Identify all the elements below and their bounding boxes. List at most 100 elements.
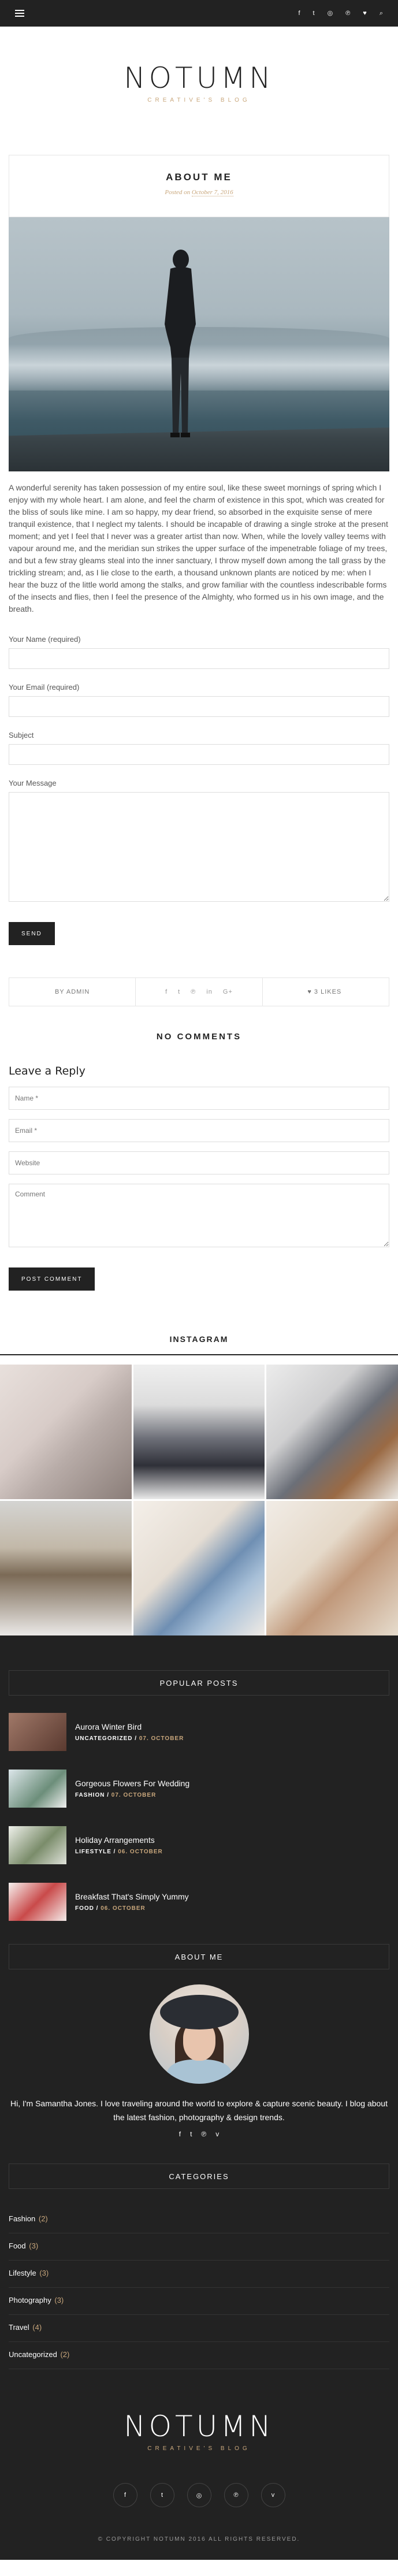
comment-website-field[interactable] — [9, 1151, 389, 1174]
twitter-icon[interactable]: t — [313, 10, 315, 17]
popular-post-meta: UNCATEGORIZED / 07. OCTOBER — [75, 1735, 184, 1742]
comment-text-field[interactable] — [9, 1184, 389, 1247]
subject-field[interactable] — [9, 744, 389, 765]
share-linkedin-icon[interactable]: in — [206, 988, 213, 995]
popular-post-date: 06. OCTOBER — [118, 1849, 163, 1855]
copyright-text: © COPYRIGHT NOTUMN 2016 ALL RIGHTS RESER… — [98, 2536, 300, 2542]
facebook-icon[interactable]: f — [113, 2483, 137, 2507]
popular-post-thumb[interactable] — [9, 1826, 66, 1864]
pinterest-icon[interactable]: ℗ — [201, 2130, 206, 2138]
share-links: f t ℗ in G+ — [135, 977, 263, 1006]
popular-post-meta: FASHION / 07. OCTOBER — [75, 1792, 157, 1798]
post-comment-button[interactable]: POST COMMENT — [9, 1267, 95, 1291]
instagram-divider — [0, 1354, 398, 1355]
share-twitter-icon[interactable]: t — [178, 988, 180, 995]
site-tagline: CREATIVE'S BLOG — [147, 97, 251, 103]
category-item[interactable]: Travel (4) — [9, 2315, 389, 2342]
share-facebook-icon[interactable]: f — [165, 988, 168, 995]
facebook-icon[interactable]: f — [298, 10, 300, 17]
popular-post-category[interactable]: FOOD — [75, 1905, 94, 1912]
category-count: (3) — [39, 2269, 49, 2277]
heart-icon: ♥ — [307, 988, 312, 995]
instagram-photo[interactable] — [133, 1365, 265, 1499]
pinterest-icon[interactable]: ℗ — [345, 10, 350, 17]
instagram-photo[interactable] — [266, 1365, 398, 1499]
category-name[interactable]: Travel — [9, 2323, 29, 2332]
subject-label: Subject — [9, 731, 34, 739]
popular-post-title[interactable]: Gorgeous Flowers For Wedding — [75, 1779, 189, 1788]
facebook-icon[interactable]: f — [179, 2130, 181, 2138]
person-silhouette — [165, 250, 196, 437]
popular-post-title[interactable]: Breakfast That's Simply Yummy — [75, 1892, 189, 1901]
send-button[interactable]: SEND — [9, 922, 55, 945]
category-name[interactable]: Fashion — [9, 2214, 35, 2223]
vimeo-icon[interactable]: v — [261, 2483, 285, 2507]
categories-title: CATEGORIES — [9, 2164, 389, 2189]
post-featured-image — [9, 217, 389, 471]
category-name[interactable]: Uncategorized — [9, 2350, 57, 2359]
vimeo-icon[interactable]: v — [215, 2130, 219, 2138]
about-widget-title: ABOUT ME — [9, 1944, 389, 1969]
category-count: (2) — [60, 2350, 70, 2359]
heart-icon[interactable]: ♥ — [363, 10, 367, 17]
instagram-photo[interactable] — [266, 1501, 398, 1635]
popular-post-category[interactable]: LIFESTYLE — [75, 1849, 111, 1855]
popular-post-category[interactable]: UNCATEGORIZED — [75, 1735, 132, 1742]
popular-post-meta: FOOD / 06. OCTOBER — [75, 1905, 146, 1912]
likes-counter[interactable]: ♥ 3 LIKES — [263, 988, 389, 995]
instagram-photo[interactable] — [0, 1501, 132, 1635]
category-item[interactable]: Fashion (2) — [9, 2206, 389, 2233]
popular-post-thumb[interactable] — [9, 1883, 66, 1921]
comment-email-field[interactable] — [9, 1119, 389, 1142]
category-count: (3) — [29, 2242, 39, 2250]
footer-widgets: POPULAR POSTS Aurora Winter Bird UNCATEG… — [0, 1635, 398, 2560]
email-field[interactable] — [9, 696, 389, 717]
site-logo[interactable]: NOTUMN — [0, 61, 398, 95]
search-icon[interactable]: ⌕ — [380, 10, 383, 17]
popular-post-item[interactable]: Holiday Arrangements LIFESTYLE / 06. OCT… — [9, 1826, 389, 1864]
popular-post-item[interactable]: Gorgeous Flowers For Wedding FASHION / 0… — [9, 1770, 389, 1808]
contact-form: Your Name (required) Your Email (require… — [9, 635, 389, 945]
category-name[interactable]: Photography — [9, 2296, 51, 2304]
message-field[interactable] — [9, 792, 389, 902]
popular-post-category[interactable]: FASHION — [75, 1792, 105, 1798]
popular-post-thumb[interactable] — [9, 1713, 66, 1751]
instagram-grid — [0, 1365, 398, 1635]
footer-brand: NOTUMN CREATIVE'S BLOG — [0, 2410, 398, 2452]
post-title: ABOUT ME — [166, 172, 232, 183]
share-pinterest-icon[interactable]: ℗ — [191, 988, 196, 995]
post-date-prefix: Posted on — [165, 189, 191, 196]
name-field[interactable] — [9, 648, 389, 669]
category-item[interactable]: Lifestyle (3) — [9, 2261, 389, 2288]
footer-logo[interactable]: NOTUMN — [0, 2410, 398, 2443]
menu-icon[interactable] — [15, 10, 24, 17]
category-name[interactable]: Food — [9, 2242, 26, 2250]
instagram-icon[interactable]: ◎ — [187, 2483, 211, 2507]
top-bar: f t ◎ ℗ ♥ ⌕ — [0, 0, 398, 27]
popular-post-title[interactable]: Aurora Winter Bird — [75, 1722, 184, 1731]
share-googleplus-icon[interactable]: G+ — [223, 988, 233, 995]
popular-post-thumb[interactable] — [9, 1770, 66, 1808]
comment-name-field[interactable] — [9, 1087, 389, 1110]
popular-post-item[interactable]: Breakfast That's Simply Yummy FOOD / 06.… — [9, 1883, 389, 1921]
post-author[interactable]: BY ADMIN — [9, 988, 135, 995]
post-date-link[interactable]: October 7, 2016 — [191, 189, 233, 196]
twitter-icon[interactable]: t — [150, 2483, 174, 2507]
categories-widget: CATEGORIES Fashion (2) Food (3) Lifestyl… — [0, 2164, 398, 2369]
category-name[interactable]: Lifestyle — [9, 2269, 36, 2277]
popular-post-item[interactable]: Aurora Winter Bird UNCATEGORIZED / 07. O… — [9, 1713, 389, 1751]
post-date: Posted on October 7, 2016 — [9, 189, 389, 196]
category-item[interactable]: Uncategorized (2) — [9, 2342, 389, 2369]
instagram-photo[interactable] — [0, 1365, 132, 1499]
popular-post-title[interactable]: Holiday Arrangements — [75, 1835, 163, 1845]
name-label: Your Name (required) — [9, 635, 81, 644]
popular-post-date: 07. OCTOBER — [111, 1792, 157, 1798]
instagram-photo[interactable] — [133, 1501, 265, 1635]
category-item[interactable]: Food (3) — [9, 2233, 389, 2261]
popular-posts-list: Aurora Winter Bird UNCATEGORIZED / 07. O… — [9, 1713, 389, 1921]
likes-label: 3 LIKES — [314, 988, 342, 995]
twitter-icon[interactable]: t — [190, 2130, 192, 2138]
instagram-icon[interactable]: ◎ — [328, 10, 333, 17]
pinterest-icon[interactable]: ℗ — [224, 2483, 248, 2507]
category-item[interactable]: Photography (3) — [9, 2288, 389, 2315]
